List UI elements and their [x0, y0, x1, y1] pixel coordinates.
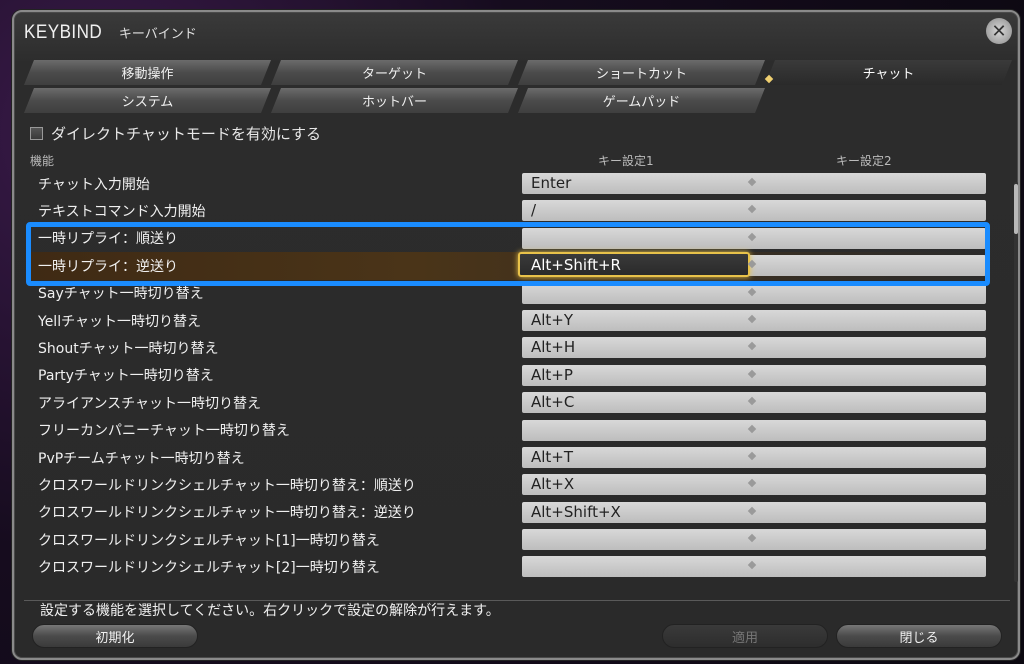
key1-value[interactable]: Alt+C — [531, 393, 574, 411]
column-headers: 機能 キー設定1 キー設定2 — [30, 152, 1010, 168]
keybind-function-label: 一時リプライ：順送り — [38, 231, 178, 248]
key-setting-field[interactable]: Alt+X — [522, 474, 986, 496]
keybind-row[interactable]: 一時リプライ：順送り — [30, 225, 990, 252]
keybind-function-label: クロスワールドリンクシェルチャット一時切り替え：逆送り — [38, 505, 416, 522]
tab-movement[interactable]: 移動操作 — [24, 60, 271, 85]
key1-value[interactable]: / — [531, 201, 536, 219]
keybind-row[interactable]: テキストコマンド入力開始 / — [30, 197, 990, 224]
tab-shortcut[interactable]: ショートカット — [518, 60, 765, 85]
keybind-row[interactable]: 一時リプライ：逆送り Alt+Shift+R — [30, 252, 990, 280]
key1-value[interactable]: Alt+Shift+R — [531, 256, 621, 274]
key-setting-field[interactable]: Enter — [522, 173, 986, 194]
key-setting-field[interactable]: Alt+Y — [522, 309, 986, 331]
list-scrollbar[interactable] — [1014, 182, 1018, 582]
key1-value[interactable]: Alt+P — [531, 366, 573, 384]
key1-value[interactable]: Alt+H — [531, 338, 575, 356]
keybind-function-label: Partyチャット一時切り替え — [38, 368, 214, 385]
keybind-function-label: クロスワールドリンクシェルチャット一時切り替え：順送り — [38, 477, 416, 494]
tab-gamepad[interactable]: ゲームパッド — [518, 88, 765, 113]
key-setting-field[interactable] — [522, 282, 986, 304]
key1-value[interactable]: Alt+Shift+X — [531, 503, 621, 521]
key1-value[interactable]: Alt+Y — [531, 311, 573, 329]
key-setting-field[interactable]: / — [522, 200, 986, 222]
key-setting-field[interactable]: Alt+P — [522, 364, 986, 386]
column-header-key2: キー設定2 — [836, 154, 892, 168]
direct-chat-checkbox[interactable] — [30, 127, 43, 140]
apply-button[interactable]: 適用 — [662, 624, 828, 648]
key-setting-field[interactable] — [522, 556, 986, 578]
tab-hotbar[interactable]: ホットバー — [271, 88, 518, 113]
key-separator-icon — [747, 506, 757, 515]
keybind-function-label: クロスワールドリンクシェルチャット[1]一時切り替え — [38, 532, 380, 549]
keybind-function-label: 一時リプライ：逆送り — [38, 258, 178, 275]
key-setting-field[interactable]: Alt+C — [522, 392, 986, 414]
key1-value[interactable]: Enter — [531, 174, 571, 192]
window-title-jp: キーバインド — [118, 27, 197, 42]
reset-button[interactable]: 初期化 — [32, 624, 198, 648]
key-separator-icon — [747, 396, 757, 406]
key-setting-field[interactable] — [522, 529, 986, 551]
key1-value[interactable]: Alt+T — [531, 448, 573, 466]
key-setting-field[interactable]: Alt+Shift+X — [522, 501, 986, 523]
keybind-row[interactable]: チャット入力開始 Enter — [30, 170, 990, 197]
keybind-function-label: チャット入力開始 — [38, 176, 150, 193]
keybind-function-label: Shoutチャット一時切り替え — [38, 341, 219, 358]
direct-chat-option[interactable]: ダイレクトチャットモードを有効にする — [30, 123, 321, 144]
keybind-row[interactable]: クロスワールドリンクシェルチャット[2]一時切り替え — [30, 553, 990, 578]
direct-chat-label: ダイレクトチャットモードを有効にする — [51, 125, 322, 143]
close-button[interactable]: 閉じる — [836, 624, 1002, 648]
keybind-row[interactable]: クロスワールドリンクシェルチャット[1]一時切り替え — [30, 526, 990, 553]
key-setting-field[interactable]: Alt+Shift+R — [518, 252, 986, 278]
key-separator-icon — [747, 342, 757, 351]
key-separator-icon — [747, 232, 757, 242]
tab-row-1: 移動操作 ターゲット ショートカット チャット — [24, 60, 1014, 86]
keybind-function-label: フリーカンパニーチャット一時切り替え — [38, 423, 290, 440]
key-separator-icon — [747, 369, 757, 378]
scrollbar-thumb[interactable] — [1014, 184, 1018, 234]
window-title: KEYBIND キーバインド — [24, 22, 197, 48]
keybind-function-label: クロスワールドリンクシェルチャット[2]一時切り替え — [38, 560, 380, 577]
key-setting-field[interactable]: Alt+T — [522, 446, 986, 468]
keybind-row[interactable]: アライアンスチャット一時切り替え Alt+C — [30, 389, 990, 416]
keybind-function-label: Yellチャット一時切り替え — [38, 313, 201, 330]
close-icon: ✕ — [991, 20, 1007, 42]
keybind-row[interactable]: Shoutチャット一時切り替え Alt+H — [30, 334, 990, 361]
key-separator-icon — [747, 177, 757, 187]
key1-value[interactable]: Alt+X — [531, 475, 574, 493]
tab-target[interactable]: ターゲット — [271, 60, 518, 85]
keybind-window: KEYBIND キーバインド ✕ 移動操作 ターゲット ショートカット チャット… — [12, 10, 1020, 660]
key-setting-field[interactable] — [522, 419, 986, 441]
keybind-row[interactable]: Yellチャット一時切り替え Alt+Y — [30, 307, 990, 334]
keybind-row[interactable]: Sayチャット一時切り替え — [30, 280, 990, 307]
tab-system[interactable]: システム — [24, 88, 271, 113]
key-separator-icon — [747, 424, 757, 433]
column-header-function: 機能 — [30, 154, 55, 168]
keybind-row[interactable]: PvPチームチャット一時切り替え Alt+T — [30, 444, 990, 471]
close-window-button[interactable]: ✕ — [986, 18, 1012, 44]
keybind-function-label: Sayチャット一時切り替え — [38, 286, 204, 303]
tab-row-2: システム ホットバー ゲームパッド — [24, 88, 1014, 114]
key-separator-icon — [747, 451, 757, 461]
hint-text: 設定する機能を選択してください。右クリックで設定の解除が行えます。 — [40, 603, 500, 619]
keybind-function-label: テキストコマンド入力開始 — [38, 204, 206, 221]
keybind-function-label: アライアンスチャット一時切り替え — [38, 395, 262, 412]
column-header-key1: キー設定1 — [598, 154, 654, 168]
window-title-en: KEYBIND — [24, 22, 103, 43]
keybind-row[interactable]: クロスワールドリンクシェルチャット一時切り替え：順送り Alt+X — [30, 471, 990, 498]
key-setting-field[interactable] — [522, 227, 986, 249]
key-separator-icon — [747, 287, 757, 296]
key-separator-icon — [747, 479, 757, 488]
keybind-row[interactable]: Partyチャット一時切り替え Alt+P — [30, 362, 990, 389]
keybind-list: チャット入力開始 Enter テキストコマンド入力開始 / 一時リプライ：順送り 一時リプ… — [30, 170, 990, 578]
key-separator-icon — [747, 533, 757, 543]
key-separator-icon — [747, 561, 757, 570]
tab-chat[interactable]: チャット — [765, 60, 1012, 85]
tab-bar: 移動操作 ターゲット ショートカット チャット システム ホットバー ゲームパッ… — [24, 60, 1014, 116]
key-separator-icon — [747, 314, 757, 324]
key-setting-field[interactable]: Alt+H — [522, 337, 986, 359]
keybind-row[interactable]: クロスワールドリンクシェルチャット一時切り替え：逆送り Alt+Shift+X — [30, 499, 990, 526]
key-separator-icon — [747, 205, 757, 214]
keybind-row[interactable]: フリーカンパニーチャット一時切り替え — [30, 417, 990, 444]
keybind-function-label: PvPチームチャット一時切り替え — [38, 450, 245, 467]
